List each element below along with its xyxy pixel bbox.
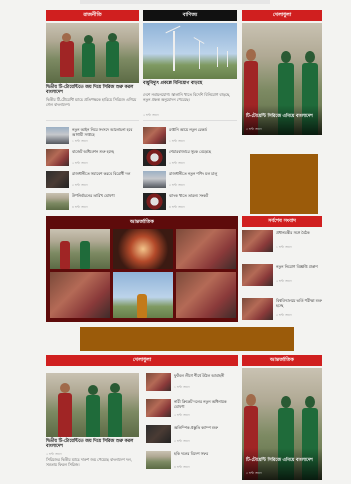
section-header-latest[interactable]: সর্বশেষ সংবাদ bbox=[242, 216, 322, 227]
divider bbox=[46, 120, 139, 121]
list-item-title[interactable]: অলিম্পিক প্রস্তুতি ক্যাম্প শুরু bbox=[174, 425, 238, 431]
list-item-time: ২ ঘণ্টা আগে bbox=[72, 161, 88, 165]
list-item-title[interactable]: বাজেট অধিবেশন শুরু হচ্ছে bbox=[72, 149, 139, 155]
list-item-title[interactable]: রাজধানীতে সমাবেশ করবে বিরোধী দল bbox=[72, 171, 139, 177]
list-thumb[interactable] bbox=[242, 298, 273, 320]
list-item-time: ২ ঘণ্টা আগে bbox=[276, 279, 292, 283]
list-item-title[interactable]: নতুন আইন নিয়ে সংসদে আলোচনা হবে আগামী সপ… bbox=[72, 127, 139, 138]
grid-tile[interactable] bbox=[50, 229, 110, 269]
bottom-lead-summary: সিরিজের দ্বিতীয় ম্যাচে দারুণ জয় পেয়েছ… bbox=[46, 457, 132, 467]
list-item-title[interactable]: রাজধানীতে নতুন শপিং মল চালু bbox=[169, 171, 237, 177]
list-thumb[interactable] bbox=[143, 171, 166, 188]
section-header-international[interactable]: আন্তর্জাতিক bbox=[46, 217, 238, 227]
list-item-title[interactable]: নারী ক্রিকেট দলের নতুন অধিনায়ক ঘোষণা bbox=[174, 399, 238, 410]
list-thumb[interactable] bbox=[46, 171, 69, 188]
lead-summary-business: দেশে নবায়নযোগ্য জ্বালানি খাতে বিদেশি বি… bbox=[143, 92, 231, 102]
list-item-title[interactable]: নতুন নিয়োগ বিজ্ঞপ্তি প্রকাশ bbox=[276, 264, 322, 270]
list-item-title[interactable]: বিশ্ববিদ্যালয়ে ভর্তি পরীক্ষা শুরু হচ্ছে bbox=[276, 298, 322, 309]
list-item-time: ৪ ঘণ্টা আগে bbox=[169, 205, 185, 209]
list-item-title[interactable]: ফুটবল লীগে শীর্ষে উঠল আবাহনী bbox=[174, 373, 238, 379]
ad-banner-wide[interactable] bbox=[80, 327, 294, 351]
bottom-lead-image[interactable] bbox=[46, 373, 139, 437]
grid-tile[interactable] bbox=[176, 229, 236, 269]
lead-time-business: ২ ঘণ্টা আগে bbox=[143, 113, 159, 117]
grid-tile[interactable] bbox=[50, 272, 110, 318]
list-thumb[interactable] bbox=[146, 399, 171, 417]
ad-banner-side[interactable] bbox=[250, 154, 318, 214]
section-header-sports-bottom[interactable]: খেলাধুলা bbox=[46, 355, 238, 366]
lead-image-business[interactable] bbox=[143, 23, 237, 79]
list-item-time: ১ ঘণ্টা আগে bbox=[72, 139, 88, 143]
section-header-sports[interactable]: খেলাধুলা bbox=[242, 10, 322, 21]
list-thumb[interactable] bbox=[46, 127, 69, 144]
list-item-time: ১ ঘণ্টা আগে bbox=[276, 245, 292, 249]
list-item-time: ৪ ঘণ্টা আগে bbox=[72, 205, 88, 209]
list-item-time: ১ ঘণ্টা আগে bbox=[174, 385, 190, 389]
list-thumb[interactable] bbox=[143, 127, 166, 144]
lead-title-business[interactable]: বায়ুবিদ্যুৎ প্রকল্পে বিনিয়োগ বাড়ছে bbox=[143, 81, 237, 86]
lead-time-sports: ৩ ঘণ্টা আগে bbox=[246, 127, 262, 131]
list-item-time: ২ ঘণ্টা আগে bbox=[169, 161, 185, 165]
bottom-lead-title[interactable]: দ্বিতীয় টি-টোয়েন্টিতে জয় দিয়ে সিরিজ … bbox=[46, 439, 139, 450]
list-thumb[interactable] bbox=[146, 373, 171, 391]
list-item-time: ৩ ঘণ্টা আগে bbox=[169, 183, 185, 187]
bottom-lead-time: ২ ঘণ্টা আগে bbox=[46, 452, 62, 456]
list-item-title[interactable]: প্রধানমন্ত্রীর সঙ্গে বৈঠক bbox=[276, 230, 322, 236]
list-item-time: ৪ ঘণ্টা আগে bbox=[174, 465, 190, 469]
list-thumb[interactable] bbox=[146, 425, 171, 443]
lead-title-sports[interactable]: টি-টোয়েন্টি সিরিজে এগিয়ে বাংলাদেশ bbox=[246, 114, 318, 119]
grid-tile[interactable] bbox=[113, 272, 173, 318]
list-item-title[interactable]: ব্যাংক খাতে তারল্য সংকট bbox=[169, 193, 237, 199]
list-thumb[interactable] bbox=[46, 193, 69, 210]
list-item-time: ৩ ঘণ্টা আগে bbox=[72, 183, 88, 187]
grid-tile[interactable] bbox=[176, 272, 236, 318]
divider bbox=[143, 120, 237, 121]
list-item-time: ৩ ঘণ্টা আগে bbox=[276, 313, 292, 317]
lead-title-politics[interactable]: দ্বিতীয় টি-টোয়েন্টিতে জয় দিয়ে সিরিজ … bbox=[46, 85, 139, 96]
list-item-title[interactable]: উপনির্বাচনের তারিখ ঘোষণা bbox=[72, 193, 139, 199]
list-item-time: ৩ ঘণ্টা আগে bbox=[174, 439, 190, 443]
list-thumb[interactable] bbox=[143, 149, 166, 166]
list-item-time: ২ ঘণ্টা আগে bbox=[174, 413, 190, 417]
lead-summary-politics: দ্বিতীয় টি-টোয়েন্টি ম্যাচে প্রতিপক্ষকে… bbox=[46, 97, 137, 107]
lead-image-politics[interactable] bbox=[46, 23, 139, 83]
bottom-right-lead-title[interactable]: টি-টোয়েন্টি সিরিজে এগিয়ে বাংলাদেশ bbox=[246, 458, 318, 463]
list-item-title[interactable]: হকি দলের বিদেশ সফর bbox=[174, 451, 238, 457]
list-item-title[interactable]: শেয়ারবাজারে সূচক বেড়েছে bbox=[169, 149, 237, 155]
list-thumb[interactable] bbox=[242, 230, 273, 252]
section-header-international-bottom[interactable]: আন্তর্জাতিক bbox=[242, 355, 322, 366]
grid-tile[interactable] bbox=[113, 229, 173, 269]
list-thumb[interactable] bbox=[143, 193, 166, 210]
list-thumb[interactable] bbox=[242, 264, 273, 286]
bottom-right-lead-time: ৩ ঘণ্টা আগে bbox=[246, 471, 262, 475]
list-thumb[interactable] bbox=[146, 451, 171, 469]
list-item-time: ১ ঘণ্টা আগে bbox=[169, 139, 185, 143]
list-item-title[interactable]: রপ্তানি আয়ে নতুন রেকর্ড bbox=[169, 127, 237, 133]
list-thumb[interactable] bbox=[46, 149, 69, 166]
top-strip bbox=[80, 0, 270, 4]
section-header-politics[interactable]: রাজনীতি bbox=[46, 10, 139, 21]
section-header-business[interactable]: বাণিজ্য bbox=[143, 10, 237, 21]
